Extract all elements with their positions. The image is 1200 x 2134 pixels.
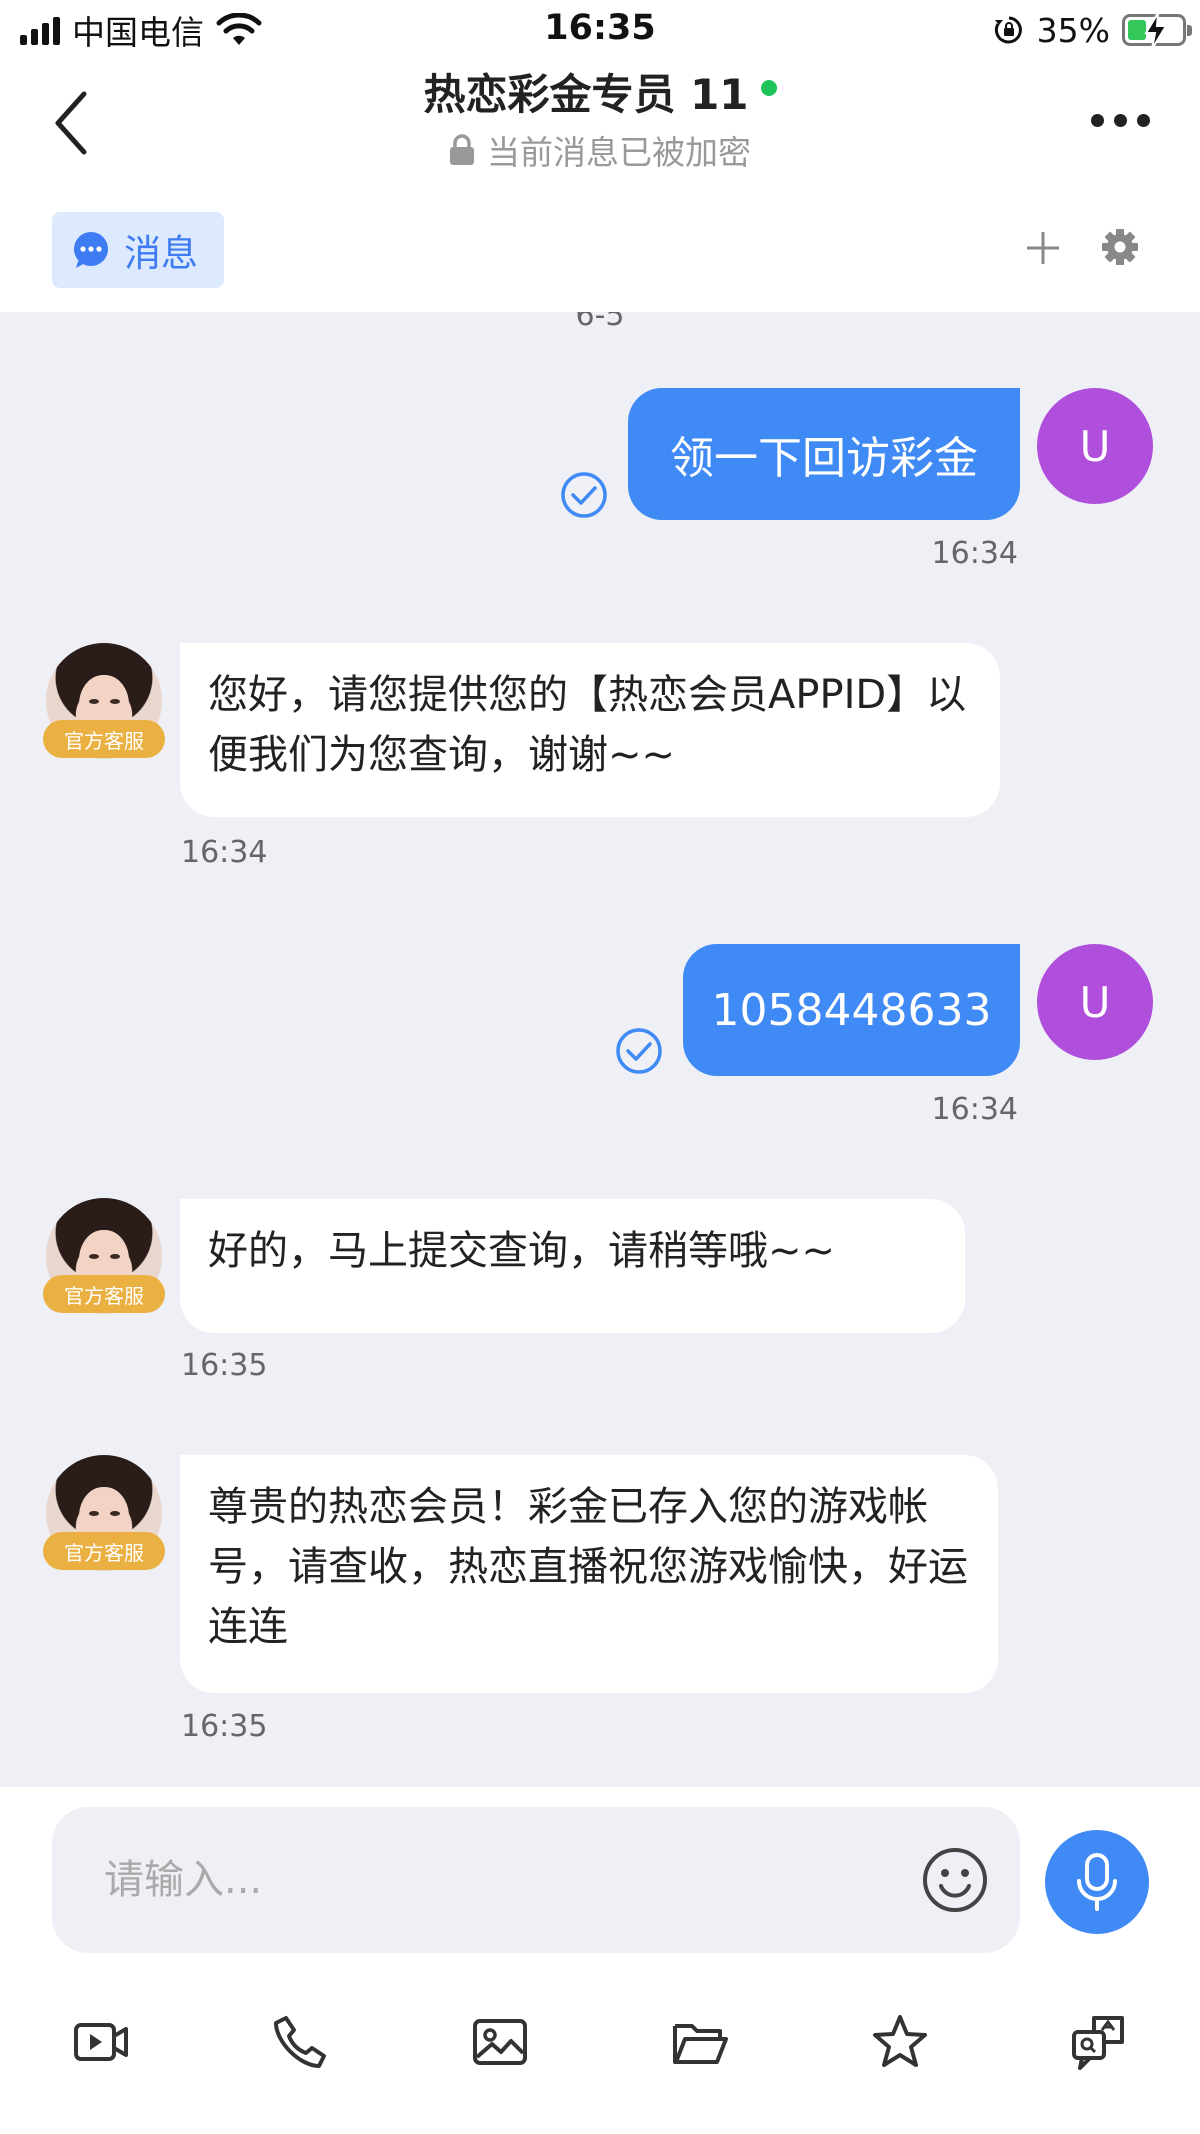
emoji-icon[interactable] bbox=[920, 1845, 990, 1915]
message-time: 16:35 bbox=[181, 1348, 268, 1383]
chat-tabs: 消息 bbox=[0, 190, 1200, 312]
message-bubble-outgoing[interactable]: 1058448633 bbox=[683, 944, 1020, 1076]
plus-icon[interactable] bbox=[1025, 230, 1061, 266]
official-support-badge: 官方客服 bbox=[43, 720, 165, 758]
chat-toolbar bbox=[0, 2007, 1200, 2087]
official-support-badge: 官方客服 bbox=[43, 1275, 165, 1313]
message-text: 领一下回访彩金 bbox=[670, 433, 978, 484]
message-bubble-incoming[interactable]: 好的，马上提交查询，请稍等哦~~ bbox=[180, 1199, 965, 1333]
gear-icon[interactable] bbox=[1101, 228, 1139, 266]
official-support-badge: 官方客服 bbox=[43, 1532, 165, 1570]
more-options-icon[interactable] bbox=[1091, 114, 1150, 127]
message-bubble-incoming[interactable]: 您好，请您提供您的【热恋会员APPID】以便我们为您查询，谢谢~~ bbox=[180, 643, 1000, 817]
chat-title: 热恋彩金专员 11 bbox=[0, 60, 1200, 122]
avatar[interactable]: U bbox=[1037, 388, 1153, 504]
microphone-icon bbox=[1077, 1853, 1117, 1911]
image-icon[interactable] bbox=[465, 2007, 535, 2077]
message-bubble-outgoing[interactable]: 领一下回访彩金 bbox=[628, 388, 1020, 520]
lock-icon bbox=[450, 134, 474, 165]
status-right: 35% bbox=[993, 8, 1192, 52]
message-input[interactable] bbox=[104, 1845, 904, 1915]
voice-input-button[interactable] bbox=[1045, 1830, 1149, 1934]
message-bubble-icon bbox=[74, 232, 108, 268]
battery-icon bbox=[1122, 13, 1192, 49]
chat-header: 热恋彩金专员 11 当前消息已被加密 bbox=[0, 60, 1200, 190]
message-time: 16:35 bbox=[181, 1709, 268, 1744]
message-list[interactable]: 6-5 领一下回访彩金 U 16:34 官方客服 您好，请您提供您的【热恋会员A… bbox=[0, 312, 1200, 1787]
tab-messages[interactable]: 消息 bbox=[52, 212, 224, 288]
message-text: 您好，请您提供您的【热恋会员APPID】以便我们为您查询，谢谢~~ bbox=[208, 672, 967, 778]
read-check-icon bbox=[561, 472, 607, 518]
message-text: 尊贵的热恋会员！彩金已存入您的游戏帐号，请查收，热恋直播祝您游戏愉快，好运连连 bbox=[208, 1484, 968, 1650]
message-time: 16:34 bbox=[931, 536, 1018, 571]
orientation-lock-icon bbox=[994, 16, 1022, 44]
message-time: 16:34 bbox=[931, 1092, 1018, 1127]
battery-percent: 35% bbox=[1036, 10, 1110, 50]
tab-messages-label: 消息 bbox=[124, 232, 198, 275]
message-input-box[interactable] bbox=[52, 1807, 1020, 1953]
online-indicator bbox=[760, 80, 777, 96]
message-text: 1058448633 bbox=[711, 984, 992, 1036]
message-time: 16:34 bbox=[181, 835, 268, 870]
composer bbox=[0, 1787, 1200, 2134]
contact-name: 热恋彩金专员 11 bbox=[423, 69, 749, 119]
star-icon[interactable] bbox=[865, 2007, 935, 2077]
phone-icon[interactable] bbox=[265, 2007, 335, 2077]
video-icon[interactable] bbox=[66, 2007, 136, 2077]
message-bubble-incoming[interactable]: 尊贵的热恋会员！彩金已存入您的游戏帐号，请查收，热恋直播祝您游戏愉快，好运连连 bbox=[180, 1455, 998, 1693]
read-check-icon bbox=[616, 1028, 662, 1074]
message-text: 好的，马上提交查询，请稍等哦~~ bbox=[208, 1228, 836, 1274]
folder-icon[interactable] bbox=[665, 2007, 735, 2077]
encryption-text: 当前消息已被加密 bbox=[487, 133, 751, 172]
avatar[interactable]: U bbox=[1037, 944, 1153, 1060]
date-separator: 6-5 bbox=[575, 312, 625, 333]
translate-icon[interactable] bbox=[1065, 2007, 1135, 2077]
encryption-notice: 当前消息已被加密 bbox=[0, 126, 1200, 174]
status-bar: 中国电信 16:35 35% bbox=[0, 0, 1200, 60]
